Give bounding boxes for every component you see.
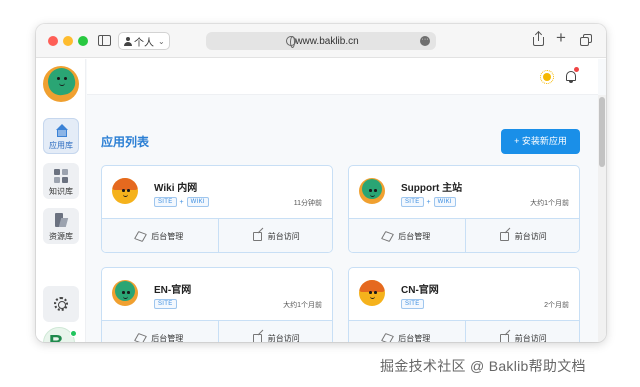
admin-label: 后台管理 <box>151 334 184 342</box>
cube-icon <box>381 333 395 342</box>
admin-label: 后台管理 <box>398 334 431 342</box>
watermark-text: 掘金技术社区 @ Baklib帮助文档 <box>380 358 586 374</box>
online-status-dot <box>70 330 77 337</box>
frontend-label: 前台访问 <box>514 232 547 241</box>
zoom-window-button[interactable] <box>78 36 88 46</box>
card-actions: 后台管理 前台访问 <box>102 320 333 342</box>
folder-icon <box>55 213 69 228</box>
url-text: www.baklib.cn <box>295 35 359 47</box>
sidebar-item-label: 资源库 <box>49 232 73 241</box>
app-tags: SITE + WIKI <box>401 197 456 207</box>
cube-icon <box>381 231 395 242</box>
app-name[interactable]: Wiki 内网 <box>154 179 197 194</box>
left-sidebar: 应用库 知识库 资源库 B. <box>36 59 86 342</box>
grid-icon <box>54 169 68 183</box>
more-options-icon[interactable]: ··· <box>420 36 430 46</box>
app-tags: SITE + WIKI <box>154 197 209 207</box>
frontend-label: 前台访问 <box>514 334 547 342</box>
sun-icon[interactable] <box>540 70 554 84</box>
sidebar-item-label: 知识库 <box>49 187 73 196</box>
frontend-button[interactable]: 前台访问 <box>217 321 333 342</box>
external-link-icon <box>499 334 509 342</box>
tag-separator: + <box>179 198 184 206</box>
globe-icon <box>286 36 296 48</box>
frontend-button[interactable]: 前台访问 <box>217 219 333 252</box>
frontend-label: 前台访问 <box>267 232 300 241</box>
person-icon <box>123 36 132 46</box>
admin-button[interactable]: 后台管理 <box>349 321 465 342</box>
cube-icon <box>134 231 148 242</box>
external-link-icon <box>252 232 262 241</box>
page-content: 应用库 知识库 资源库 B. 应用列表 + 安装新应用 <box>36 59 606 342</box>
app-tag: WIKI <box>433 197 456 207</box>
sidebar-item-label: 应用库 <box>49 141 73 150</box>
sidebar-item-knowledge[interactable]: 知识库 <box>43 163 79 199</box>
app-name[interactable]: Support 主站 <box>401 179 462 194</box>
app-name[interactable]: CN-官网 <box>401 281 439 296</box>
new-tab-plus-icon[interactable]: + <box>556 29 566 46</box>
browser-window: 个人 ⌄ www.baklib.cn ··· + 应用库 知识库 资源库 应用列… <box>36 24 606 342</box>
sidebar-toggle-icon[interactable] <box>98 35 111 46</box>
workspace-avatar[interactable] <box>43 66 79 102</box>
app-card[interactable]: EN-官网 SITE 大约1个月前 后台管理 前台访问 <box>101 267 333 342</box>
app-avatar <box>112 178 138 204</box>
admin-button[interactable]: 后台管理 <box>349 219 465 252</box>
app-card[interactable]: CN-官网 SITE 2个月前 后台管理 前台访问 <box>348 267 580 342</box>
sidebar-item-resources[interactable]: 资源库 <box>43 208 79 244</box>
app-avatar <box>359 178 385 204</box>
profile-button[interactable]: 个人 ⌄ <box>118 32 170 50</box>
app-avatar <box>359 280 385 306</box>
sidebar-item-apps[interactable]: 应用库 <box>43 118 79 154</box>
settings-button[interactable] <box>43 286 79 322</box>
app-tag: WIKI <box>186 197 209 207</box>
app-tag: SITE <box>154 197 177 207</box>
cube-icon <box>134 333 148 342</box>
admin-label: 后台管理 <box>151 232 184 241</box>
tag-separator: + <box>426 198 431 206</box>
app-tag: SITE <box>401 299 424 309</box>
browser-titlebar: 个人 ⌄ www.baklib.cn ··· + <box>36 24 606 58</box>
frontend-button[interactable]: 前台访问 <box>464 219 580 252</box>
address-bar[interactable]: www.baklib.cn ··· <box>206 32 436 50</box>
frontend-button[interactable]: 前台访问 <box>464 321 580 342</box>
chevron-down-icon: ⌄ <box>158 36 165 46</box>
external-link-icon <box>252 334 262 342</box>
gear-icon <box>54 297 68 311</box>
app-avatar <box>112 280 138 306</box>
app-updated-time: 11分钟前 <box>293 200 322 207</box>
vertical-scrollbar[interactable] <box>598 95 606 342</box>
notification-badge <box>574 67 579 72</box>
admin-label: 后台管理 <box>398 232 431 241</box>
app-tags: SITE <box>154 299 177 309</box>
app-updated-time: 2个月前 <box>544 302 569 309</box>
page-title: 应用列表 <box>101 135 150 149</box>
card-actions: 后台管理 前台访问 <box>349 218 580 252</box>
app-updated-time: 大约1个月前 <box>530 200 569 207</box>
scrollbar-thumb[interactable] <box>599 97 605 167</box>
profile-label: 个人 <box>134 37 154 49</box>
home-icon <box>55 124 69 137</box>
share-icon[interactable] <box>533 32 545 46</box>
app-tag: SITE <box>154 299 177 309</box>
minimize-window-button[interactable] <box>63 36 73 46</box>
admin-button[interactable]: 后台管理 <box>102 219 218 252</box>
card-actions: 后台管理 前台访问 <box>349 320 580 342</box>
card-actions: 后台管理 前台访问 <box>102 218 333 252</box>
install-app-button[interactable]: + 安装新应用 <box>501 129 580 154</box>
app-tags: SITE <box>401 299 424 309</box>
tabs-overview-icon[interactable] <box>580 34 592 46</box>
frontend-label: 前台访问 <box>267 334 300 342</box>
app-tag: SITE <box>401 197 424 207</box>
top-bar <box>87 59 598 95</box>
admin-button[interactable]: 后台管理 <box>102 321 218 342</box>
app-name[interactable]: EN-官网 <box>154 281 191 296</box>
external-link-icon <box>499 232 509 241</box>
app-updated-time: 大约1个月前 <box>283 302 322 309</box>
close-window-button[interactable] <box>48 36 58 46</box>
app-card[interactable]: Wiki 内网 SITE + WIKI 11分钟前 后台管理 前台访问 <box>101 165 333 253</box>
app-card[interactable]: Support 主站 SITE + WIKI 大约1个月前 后台管理 前台访问 <box>348 165 580 253</box>
